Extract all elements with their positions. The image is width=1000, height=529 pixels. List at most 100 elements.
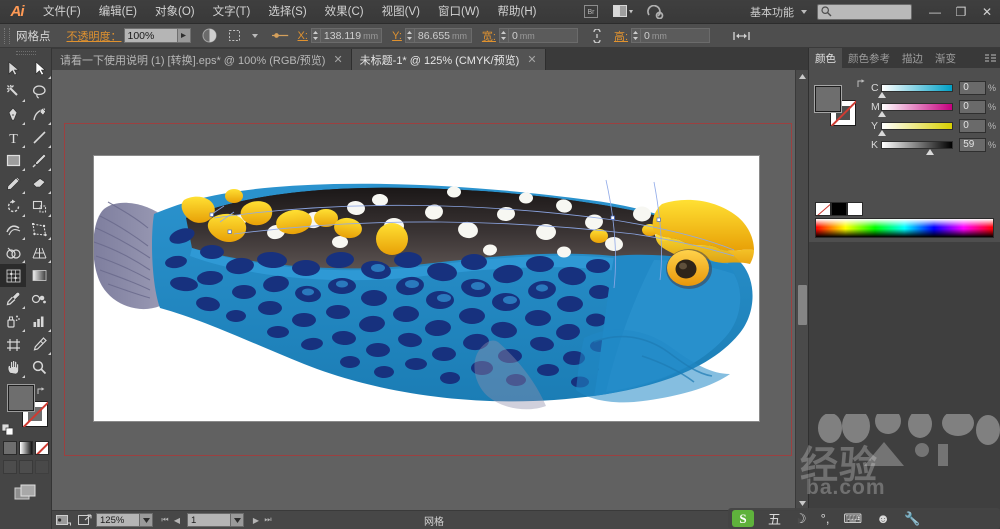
artboard[interactable] bbox=[94, 156, 759, 421]
swatch-none[interactable] bbox=[815, 202, 831, 216]
menu-edit[interactable]: 编辑(E) bbox=[90, 0, 146, 24]
default-fill-stroke-icon[interactable] bbox=[2, 422, 13, 433]
slider-m[interactable]: M 0 % bbox=[871, 97, 996, 116]
rectangle-tool[interactable] bbox=[0, 149, 26, 172]
align-anchor-icon[interactable] bbox=[272, 27, 290, 45]
cc-sync-icon[interactable] bbox=[642, 3, 668, 21]
scale-tool[interactable] bbox=[26, 195, 52, 218]
close-button[interactable]: ✕ bbox=[974, 2, 1000, 22]
swap-fill-stroke-icon[interactable] bbox=[857, 76, 867, 86]
isolate-blending-icon[interactable] bbox=[227, 27, 245, 45]
opacity-value[interactable]: 100% bbox=[124, 28, 178, 43]
workspace-switcher-label[interactable]: 基本功能 bbox=[746, 4, 798, 20]
change-screen-mode-button[interactable] bbox=[0, 480, 52, 506]
slice-tool[interactable] bbox=[26, 333, 52, 356]
document-tab-1[interactable]: 请看一下使用说明 (1) [转换].eps* @ 100% (RGB/预览) ✕ bbox=[52, 49, 352, 70]
menu-view[interactable]: 视图(V) bbox=[373, 0, 429, 24]
ime-mode-button[interactable]: 五 bbox=[768, 509, 781, 528]
opacity-control[interactable]: 不透明度： 100% bbox=[67, 28, 191, 44]
minimize-button[interactable]: — bbox=[922, 2, 948, 22]
restore-button[interactable]: ❐ bbox=[948, 2, 974, 22]
prev-page-button[interactable]: ◀ bbox=[171, 513, 183, 527]
eyedropper-tool[interactable] bbox=[0, 287, 26, 310]
free-transform-tool[interactable] bbox=[26, 218, 52, 241]
menu-help[interactable]: 帮助(H) bbox=[489, 0, 546, 24]
direct-selection-tool[interactable] bbox=[26, 57, 52, 80]
eraser-tool[interactable] bbox=[26, 172, 52, 195]
scroll-up-icon[interactable] bbox=[798, 72, 807, 81]
height-field[interactable]: 高: 0 mm bbox=[614, 28, 710, 44]
ime-punctuation-icon[interactable]: °, bbox=[821, 511, 830, 526]
panel-menu-icon[interactable] bbox=[982, 48, 1000, 68]
tab-color[interactable]: 颜色 bbox=[809, 48, 842, 68]
hand-tool[interactable] bbox=[0, 356, 26, 379]
slider-c-value[interactable]: 0 bbox=[959, 81, 986, 95]
transform-icon[interactable] bbox=[732, 27, 750, 45]
draw-inside-button[interactable] bbox=[35, 460, 49, 474]
pen-tool[interactable] bbox=[0, 103, 26, 126]
width-tool[interactable] bbox=[0, 218, 26, 241]
fill-swatch[interactable] bbox=[8, 385, 34, 411]
search-input[interactable] bbox=[817, 4, 912, 20]
slider-k-track[interactable] bbox=[881, 141, 953, 149]
perspective-grid-tool[interactable] bbox=[26, 241, 52, 264]
y-position-field[interactable]: Y: 86.655 mm bbox=[392, 28, 472, 43]
menu-object[interactable]: 对象(O) bbox=[146, 0, 204, 24]
workspace-chevron-down-icon[interactable] bbox=[801, 10, 807, 14]
tab-gradient[interactable]: 渐变 bbox=[929, 48, 962, 68]
slider-y-thumb[interactable] bbox=[878, 130, 886, 136]
ime-logo-icon[interactable]: S bbox=[732, 510, 754, 527]
slider-y-value[interactable]: 0 bbox=[959, 119, 986, 133]
canvas-vertical-scrollbar[interactable] bbox=[795, 70, 808, 510]
menu-file[interactable]: 文件(F) bbox=[34, 0, 90, 24]
none-button[interactable] bbox=[35, 441, 49, 455]
slider-c[interactable]: C 0 % bbox=[871, 78, 996, 97]
document-tab-2[interactable]: 未标题-1* @ 125% (CMYK/预览) ✕ bbox=[352, 49, 546, 70]
first-page-button[interactable]: ⏮ bbox=[159, 513, 171, 527]
mesh-tool[interactable] bbox=[0, 264, 26, 287]
control-bar-grip[interactable] bbox=[4, 28, 10, 44]
last-page-button[interactable]: ⏭ bbox=[262, 513, 274, 527]
draw-normal-button[interactable] bbox=[3, 460, 17, 474]
shape-builder-tool[interactable] bbox=[0, 241, 26, 264]
tab-stroke[interactable]: 描边 bbox=[896, 48, 929, 68]
slider-k[interactable]: K 59 % bbox=[871, 135, 996, 154]
close-icon[interactable]: ✕ bbox=[527, 53, 536, 66]
rotate-tool[interactable] bbox=[0, 195, 26, 218]
slider-c-track[interactable] bbox=[881, 84, 953, 92]
line-segment-tool[interactable] bbox=[26, 126, 52, 149]
menu-window[interactable]: 窗口(W) bbox=[429, 0, 489, 24]
toolbox-grip[interactable] bbox=[0, 48, 51, 57]
slider-m-value[interactable]: 0 bbox=[959, 100, 986, 114]
paintbrush-tool[interactable] bbox=[26, 149, 52, 172]
draw-behind-button[interactable] bbox=[19, 460, 33, 474]
page-number-input[interactable]: 1 bbox=[187, 513, 231, 527]
slider-m-thumb[interactable] bbox=[878, 111, 886, 117]
blend-tool[interactable] bbox=[26, 287, 52, 310]
slider-m-track[interactable] bbox=[881, 103, 953, 111]
ime-toolbar[interactable]: S 五 ☽ °, ⌨ ☻ 🔧 bbox=[728, 508, 1000, 529]
y-stepper[interactable] bbox=[405, 28, 414, 43]
panel-fill-swatch[interactable] bbox=[815, 86, 841, 112]
swap-fill-stroke-icon[interactable] bbox=[37, 383, 46, 392]
ime-settings-icon[interactable]: 🔧 bbox=[904, 511, 920, 527]
opacity-popup-button[interactable] bbox=[178, 28, 191, 43]
column-graph-tool[interactable] bbox=[26, 310, 52, 333]
page-dropdown-icon[interactable] bbox=[231, 513, 244, 527]
close-icon[interactable]: ✕ bbox=[333, 53, 342, 66]
color-spectrum-bar[interactable] bbox=[815, 218, 994, 238]
next-page-button[interactable]: ▶ bbox=[250, 513, 262, 527]
width-stepper[interactable] bbox=[499, 28, 508, 43]
curvature-tool[interactable] bbox=[26, 103, 52, 126]
symbol-sprayer-tool[interactable] bbox=[0, 310, 26, 333]
slider-c-thumb[interactable] bbox=[878, 92, 886, 98]
x-stepper[interactable] bbox=[311, 28, 320, 43]
selection-tool[interactable] bbox=[0, 57, 26, 80]
x-position-field[interactable]: X: 138.119 mm bbox=[298, 28, 383, 43]
constrain-proportions-icon[interactable] bbox=[588, 27, 606, 45]
artboard-navigation-icon[interactable] bbox=[54, 513, 72, 527]
slider-k-thumb[interactable] bbox=[926, 149, 934, 155]
ime-keyboard-icon[interactable]: ⌨ bbox=[843, 511, 862, 527]
canvas-area[interactable] bbox=[52, 70, 808, 510]
ime-moon-icon[interactable]: ☽ bbox=[795, 511, 807, 527]
